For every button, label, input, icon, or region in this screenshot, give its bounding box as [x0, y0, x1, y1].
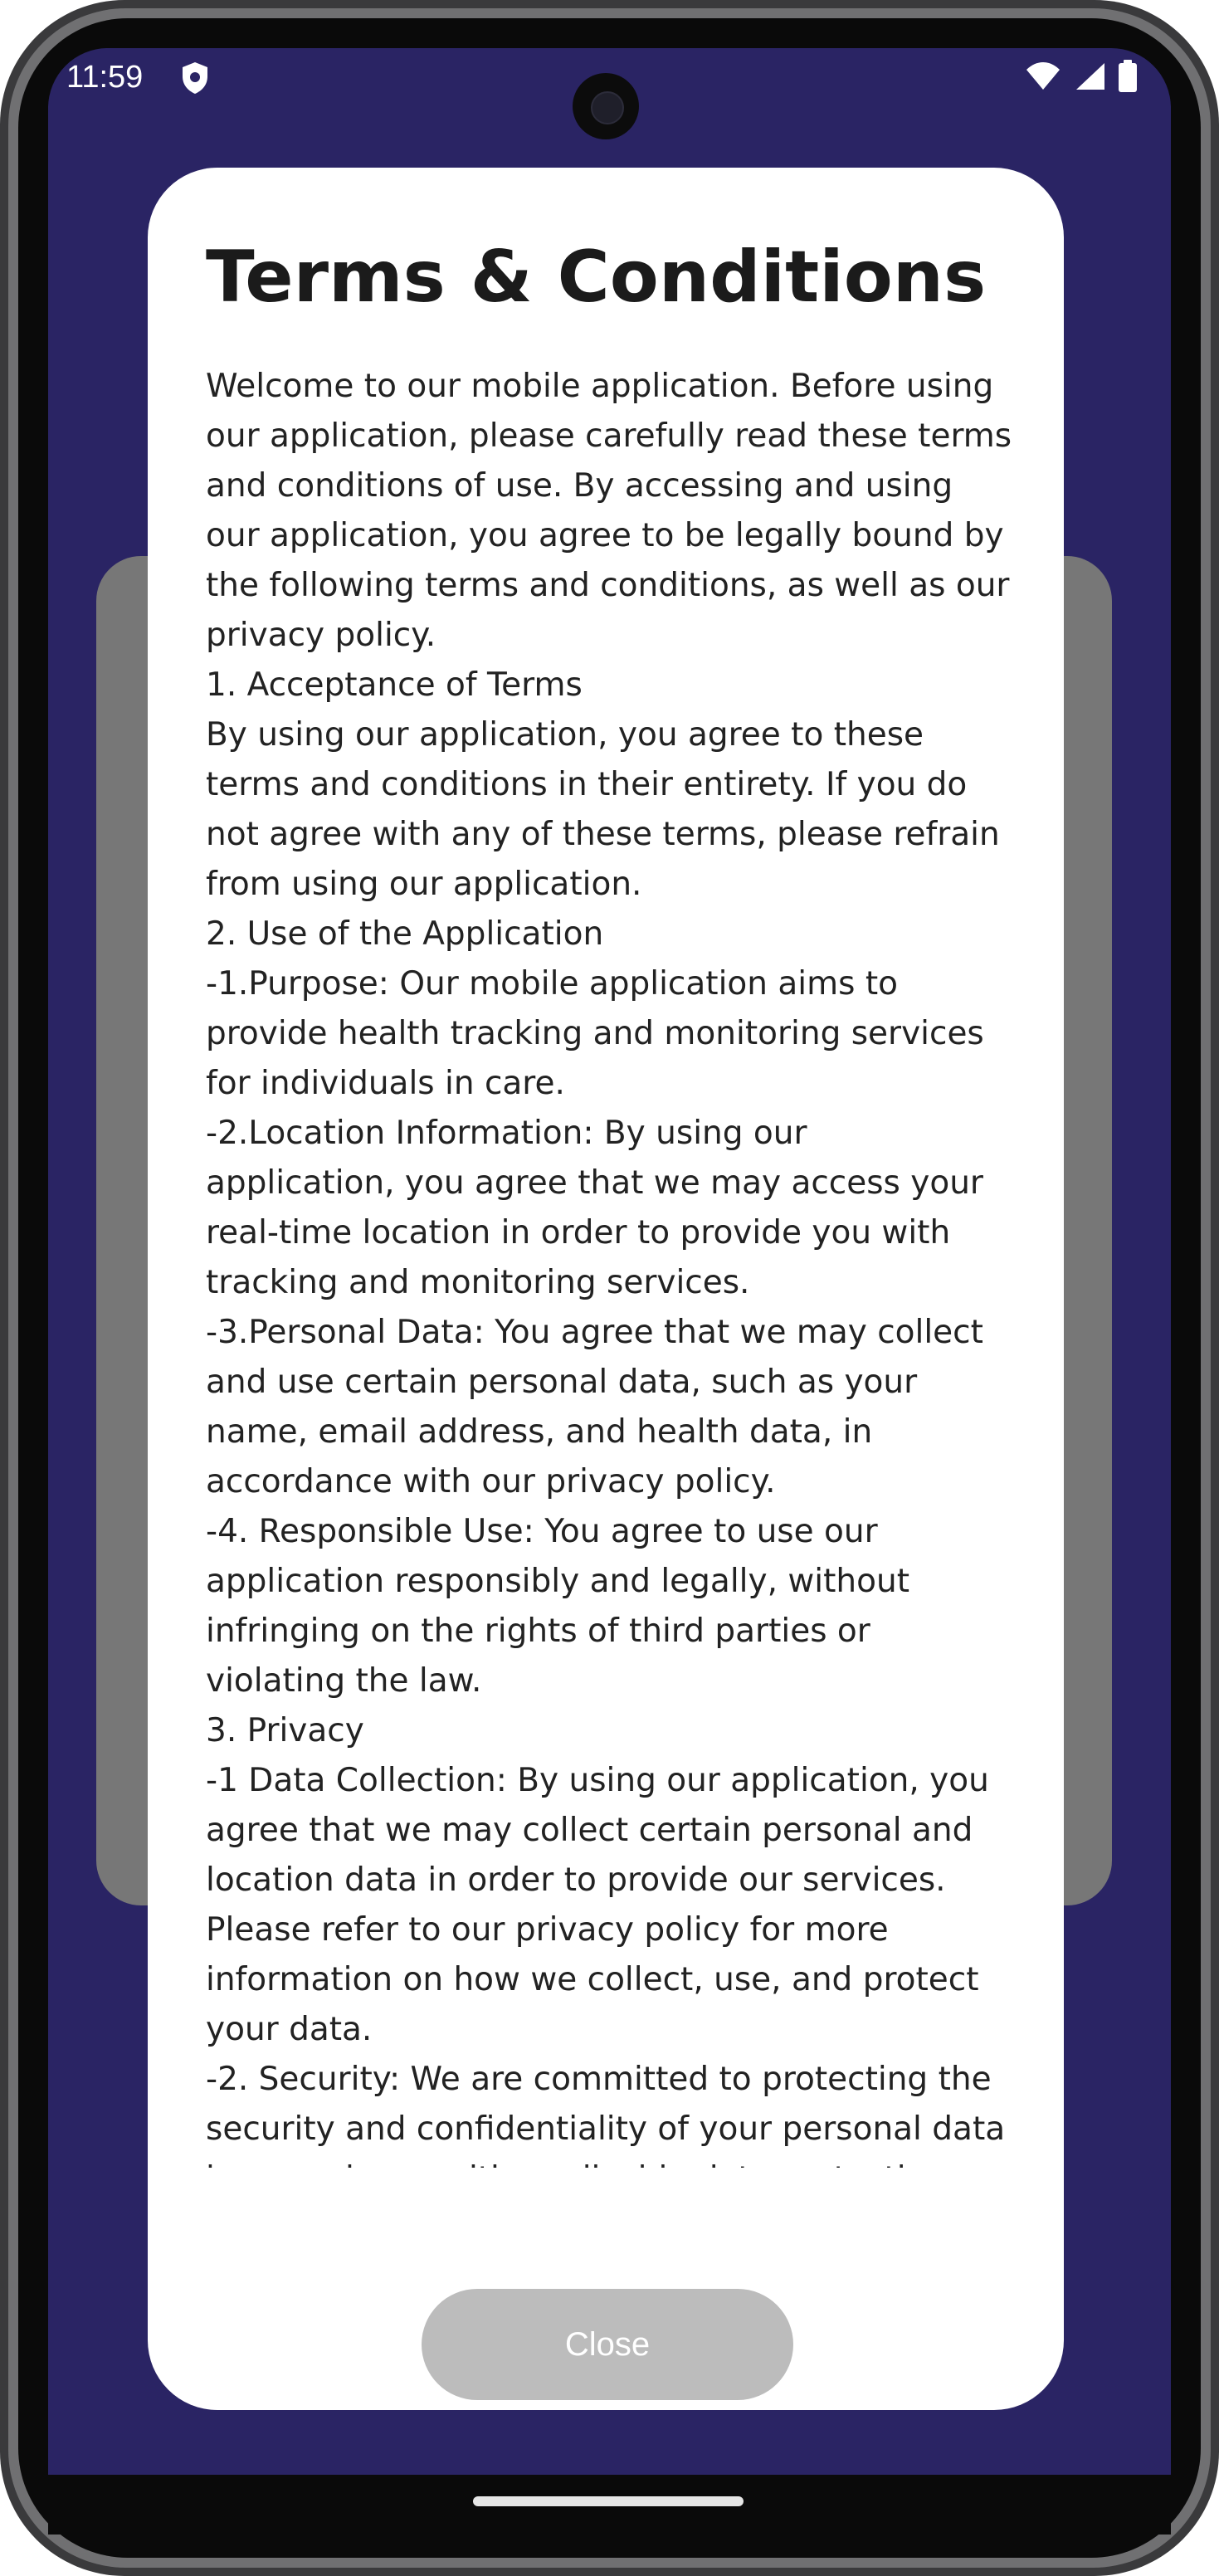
screen: 11:59 Terms & Conditions Welcome to our … [48, 48, 1171, 2475]
terms-text-line: privacy policy. [206, 617, 436, 654]
status-time: 11:59 [66, 60, 144, 95]
terms-text-line: -1.Purpose: Our mobile application aims … [206, 965, 898, 1003]
terms-text-line: the following terms and conditions, as w… [206, 567, 1010, 604]
terms-text-line: Please refer to our privacy policy for m… [206, 1911, 889, 1949]
terms-text-line: agree that we may collect certain person… [206, 1812, 973, 1849]
terms-text-line: for individuals in care. [206, 1065, 565, 1102]
terms-text-line: accordance with our privacy policy. [206, 1463, 776, 1500]
terms-text-line: 1. Acceptance of Terms [206, 666, 583, 704]
terms-text-line: and conditions of use. By accessing and … [206, 467, 953, 505]
terms-dialog: Terms & Conditions Welcome to our mobile… [148, 168, 1064, 2410]
terms-text-line: -3.Personal Data: You agree that we may … [206, 1314, 983, 1351]
terms-text-line: -4. Responsible Use: You agree to use ou… [206, 1513, 878, 1550]
terms-text-line: name, email address, and health data, in [206, 1413, 873, 1451]
terms-text-line: information on how we collect, use, and … [206, 1961, 979, 1998]
terms-text-line: By using our application, you agree to t… [206, 716, 924, 754]
terms-text-line: -1 Data Collection: By using our applica… [206, 1762, 989, 1799]
terms-text-line: infringing on the rights of third partie… [206, 1612, 870, 1650]
status-icons [1025, 60, 1138, 96]
terms-text-line: location data in order to provide our se… [206, 1861, 946, 1899]
terms-text-line: -2.Location Information: By using our [206, 1115, 807, 1152]
power-button [1211, 1112, 1219, 1411]
terms-text-line: your data. [206, 2011, 373, 2048]
terms-text-line: application, you agree that we may acces… [206, 1164, 983, 1202]
shield-icon [181, 61, 209, 98]
camera-lens [591, 91, 624, 124]
wifi-icon [1025, 61, 1061, 95]
terms-text-line: tracking and monitoring services. [206, 1264, 750, 1301]
dialog-title: Terms & Conditions [206, 236, 987, 319]
terms-text-line: from using our application. [206, 866, 642, 903]
terms-text-line: and use certain personal data, such as y… [206, 1364, 918, 1401]
cellular-signal-icon [1073, 61, 1106, 95]
terms-text-line: real-time location in order to provide y… [206, 1214, 951, 1251]
terms-text-line: 3. Privacy [206, 1712, 364, 1749]
close-button[interactable]: Close [422, 2289, 793, 2400]
terms-text-line: our application, please carefully read t… [206, 417, 1012, 455]
terms-text-scroll[interactable]: Welcome to our mobile application. Befor… [206, 362, 1019, 2168]
terms-text-line: in accordance with applicable data prote… [206, 2154, 1019, 2168]
camera-icon [573, 73, 639, 139]
terms-text-line: provide health tracking and monitoring s… [206, 1015, 984, 1052]
terms-text-line: not agree with any of these terms, pleas… [206, 816, 1000, 853]
terms-text-line: terms and conditions in their entirety. … [206, 766, 968, 803]
terms-text-line: 2. Use of the Application [206, 915, 604, 953]
terms-text-line: application responsibly and legally, wit… [206, 1563, 909, 1600]
terms-text-line: security and confidentiality of your per… [206, 2110, 1006, 2148]
volume-button [1211, 822, 1219, 979]
terms-text-line: our application, you agree to be legally… [206, 517, 1004, 554]
terms-text-line: -2. Security: We are committed to protec… [206, 2061, 992, 2098]
battery-icon [1118, 60, 1138, 96]
terms-text-line: violating the law. [206, 1662, 482, 1700]
home-indicator[interactable] [473, 2496, 744, 2506]
terms-text-line: Welcome to our mobile application. Befor… [206, 368, 994, 405]
